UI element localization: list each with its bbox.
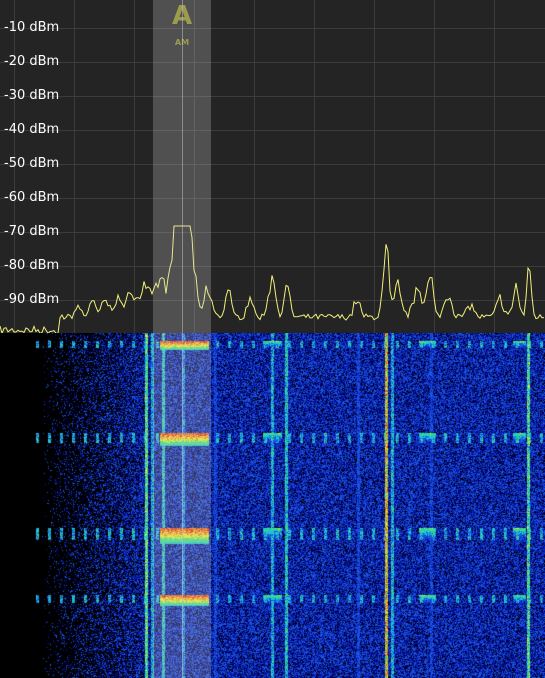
waterfall-display[interactable]	[0, 333, 545, 678]
spectrum-grid	[0, 0, 545, 333]
sdr-receiver-view: -10 dBm -20 dBm -30 dBm -40 dBm -50 dBm …	[0, 0, 545, 678]
waterfall-canvas[interactable]	[0, 333, 545, 678]
spectrum-trace-group	[0, 225, 545, 333]
db-label: -60 dBm	[4, 190, 60, 205]
spectrum-display[interactable]: -10 dBm -20 dBm -30 dBm -40 dBm -50 dBm …	[0, 0, 545, 333]
db-label: -90 dBm	[4, 292, 60, 307]
spectrum-trace	[0, 225, 545, 333]
db-label: -70 dBm	[4, 224, 60, 239]
spectrum-plot[interactable]	[0, 0, 545, 333]
db-label: -50 dBm	[4, 156, 60, 171]
db-label: -30 dBm	[4, 88, 60, 103]
vfo-center-line[interactable]	[182, 0, 183, 678]
db-label: -20 dBm	[4, 54, 60, 69]
db-label: -10 dBm	[4, 20, 60, 35]
db-label: -40 dBm	[4, 122, 60, 137]
db-label: -80 dBm	[4, 258, 60, 273]
